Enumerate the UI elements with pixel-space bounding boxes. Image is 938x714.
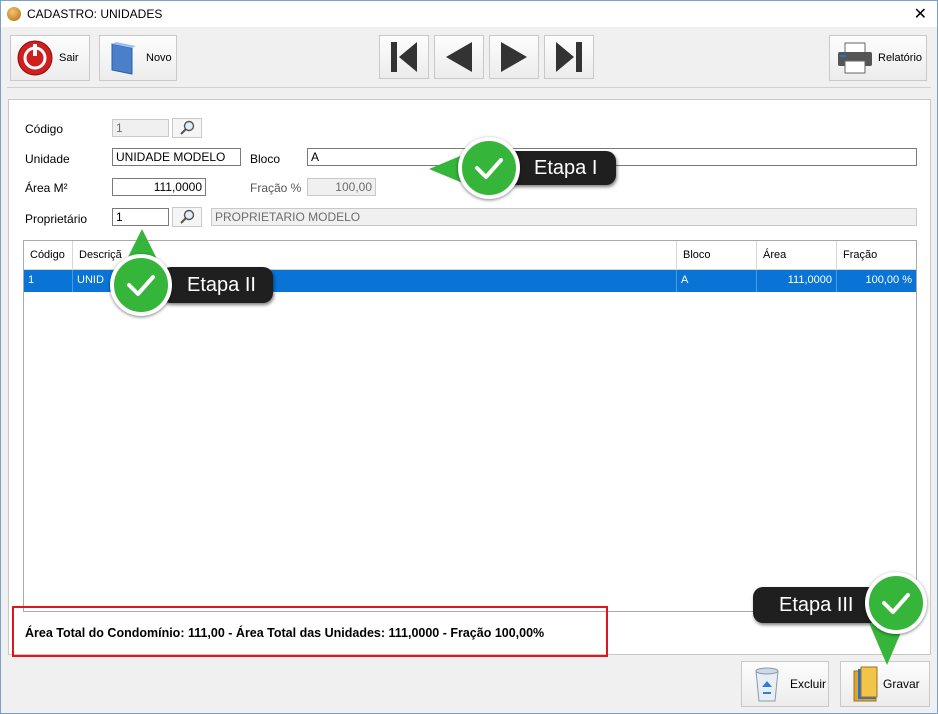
proprietario-nome-field: PROPRIETARIO MODELO <box>211 208 917 226</box>
fracao-field: 100,00 <box>307 178 376 196</box>
col-header-area[interactable]: Área <box>757 241 837 269</box>
checkmark-icon <box>475 158 503 179</box>
col-header-bloco[interactable]: Bloco <box>677 241 757 269</box>
close-button[interactable]: ✕ <box>914 4 927 24</box>
totals-summary: Área Total do Condomínio: 111,00 - Área … <box>25 626 545 640</box>
next-record-button[interactable] <box>489 35 539 79</box>
area-label: Área M² <box>25 181 68 195</box>
sair-button[interactable]: Sair <box>10 35 90 81</box>
excluir-button[interactable]: Excluir <box>741 661 829 707</box>
col-header-fracao[interactable]: Fração <box>837 241 916 269</box>
cell-bloco: A <box>677 270 757 292</box>
etapa-2-callout: Etapa II <box>161 267 273 303</box>
cell-codigo: 1 <box>24 270 73 292</box>
etapa-1-check-badge <box>458 137 520 199</box>
save-folder-icon <box>853 666 878 702</box>
title-bar: CADASTRO: UNIDADES ✕ <box>1 1 937 27</box>
etapa-3-check-badge <box>865 572 927 634</box>
cell-fracao: 100,00 % <box>865 274 912 286</box>
last-record-button[interactable] <box>544 35 594 79</box>
codigo-field: 1 <box>112 119 169 137</box>
codigo-search-button[interactable] <box>172 118 202 138</box>
novo-button[interactable]: Novo <box>99 35 177 81</box>
sair-label: Sair <box>59 52 79 64</box>
relatorio-label: Relatório <box>878 52 923 64</box>
codigo-label: Código <box>25 122 64 136</box>
magnifier-icon <box>180 209 195 224</box>
unidade-field[interactable]: UNIDADE MODELO <box>112 148 241 166</box>
etapa-2-label: Etapa II <box>187 274 256 296</box>
proprietario-label: Proprietário <box>25 212 88 226</box>
skip-last-icon <box>556 42 582 72</box>
fracao-label: Fração % <box>250 181 302 195</box>
skip-first-icon <box>391 42 417 72</box>
window: CADASTRO: UNIDADES ✕ Sair Novo Relatório… <box>0 0 938 714</box>
magnifier-icon <box>180 120 195 135</box>
power-icon <box>17 40 53 76</box>
etapa-1-callout: Etapa I <box>506 151 616 185</box>
excluir-label: Excluir <box>790 677 827 691</box>
app-icon <box>7 7 21 21</box>
printer-icon <box>838 42 872 74</box>
etapa-3-label: Etapa III <box>779 594 854 616</box>
etapa-1-label: Etapa I <box>534 157 598 179</box>
gravar-label: Gravar <box>883 677 920 691</box>
col-header-codigo[interactable]: Código <box>24 241 73 269</box>
relatorio-button[interactable]: Relatório <box>829 35 927 81</box>
first-record-button[interactable] <box>379 35 429 79</box>
checkmark-icon <box>882 593 910 614</box>
recycle-bin-icon <box>755 667 779 702</box>
arrow-right-icon <box>501 42 527 72</box>
bloco-label: Bloco <box>250 152 281 166</box>
area-field[interactable]: 111,0000 <box>112 178 206 196</box>
proprietario-search-button[interactable] <box>172 207 202 227</box>
etapa-2-check-badge <box>110 254 172 316</box>
toolbar: Sair Novo Relatório <box>7 29 931 88</box>
etapa-3-callout: Etapa III <box>753 587 881 623</box>
window-title: CADASTRO: UNIDADES <box>27 7 163 21</box>
cell-area: 111,0000 <box>757 270 837 292</box>
gravar-button[interactable]: Gravar <box>840 661 930 707</box>
checkmark-icon <box>127 275 155 296</box>
arrow-left-icon <box>446 42 472 72</box>
previous-record-button[interactable] <box>434 35 484 79</box>
proprietario-codigo-field[interactable]: 1 <box>112 208 169 226</box>
new-document-icon <box>111 42 136 75</box>
unidade-label: Unidade <box>25 152 70 166</box>
novo-label: Novo <box>146 52 172 64</box>
